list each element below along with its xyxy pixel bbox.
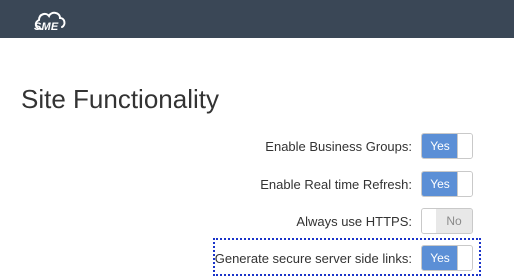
app-logo-text[interactable]: SME xyxy=(34,21,58,33)
top-navigation-bar: SME xyxy=(0,0,514,38)
toggle-value: Yes xyxy=(422,134,458,158)
business-groups-toggle[interactable]: Yes xyxy=(421,133,473,159)
setting-row-business-groups: Enable Business Groups: Yes xyxy=(265,133,473,159)
page-title: Site Functionality xyxy=(21,84,219,114)
toggle-value: No xyxy=(436,209,472,233)
setting-row-realtime-refresh: Enable Real time Refresh: Yes xyxy=(260,171,473,197)
toggle-knob xyxy=(457,172,472,196)
setting-row-always-https: Always use HTTPS: No xyxy=(296,208,473,234)
toggle-knob xyxy=(422,209,437,233)
secure-links-toggle[interactable]: Yes xyxy=(421,245,473,271)
setting-row-secure-links: Generate secure server side links: Yes xyxy=(215,245,473,271)
always-https-toggle[interactable]: No xyxy=(421,208,473,234)
setting-label: Enable Real time Refresh: xyxy=(260,176,412,192)
toggle-value: Yes xyxy=(422,246,458,270)
setting-label: Generate secure server side links: xyxy=(214,250,412,266)
toggle-knob xyxy=(457,134,472,158)
toggle-value: Yes xyxy=(422,172,458,196)
realtime-refresh-toggle[interactable]: Yes xyxy=(421,171,473,197)
setting-label: Enable Business Groups: xyxy=(265,138,412,154)
toggle-knob xyxy=(457,246,472,270)
setting-label: Always use HTTPS: xyxy=(296,213,412,229)
